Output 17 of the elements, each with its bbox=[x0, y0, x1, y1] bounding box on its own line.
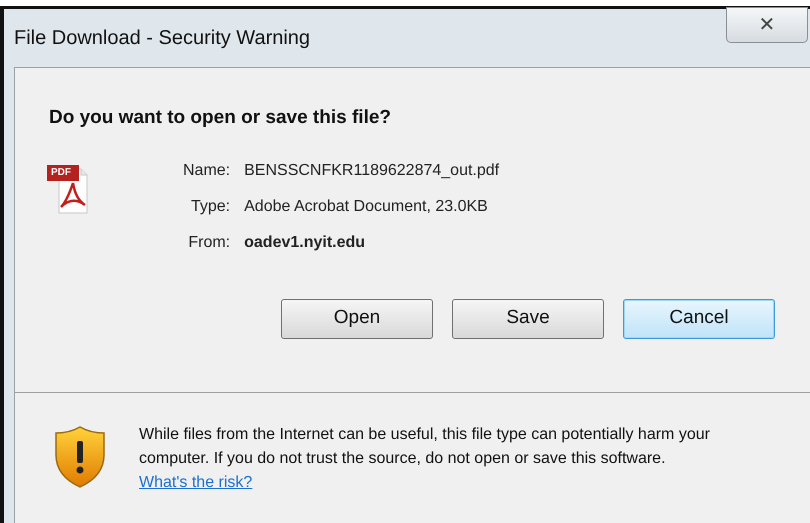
dialog-button[interactable]: Open bbox=[281, 298, 433, 338]
field-label: From: bbox=[187, 232, 230, 252]
field-value: Adobe Acrobat Document, 23.0KB bbox=[244, 196, 489, 216]
dialog-button[interactable]: Save bbox=[452, 298, 604, 338]
dialog-button[interactable]: Cancel bbox=[623, 298, 775, 338]
risk-link[interactable]: What's the risk? bbox=[139, 474, 252, 490]
window-title: File Download - Security Warning bbox=[14, 26, 310, 51]
field-label: Type: bbox=[190, 196, 230, 216]
close-button[interactable]: ✕ bbox=[726, 7, 808, 43]
field-value: BENSSCNFKR1189622874_out.pdf bbox=[244, 160, 500, 180]
field-value: oadev1.nyit.edu bbox=[244, 232, 366, 252]
warning-shield-icon bbox=[53, 424, 107, 488]
warning-message: While files from the Internet can be useful, this file type can potentially harm your computer. If you do not trust the source, do not open or save this software. What's the risk? bbox=[139, 424, 711, 492]
field-label: Name: bbox=[183, 160, 230, 180]
question-heading: Do you want to open or save this file? bbox=[49, 107, 392, 128]
pdf-label: PDF bbox=[51, 166, 71, 178]
pdf-file-icon bbox=[47, 164, 89, 214]
